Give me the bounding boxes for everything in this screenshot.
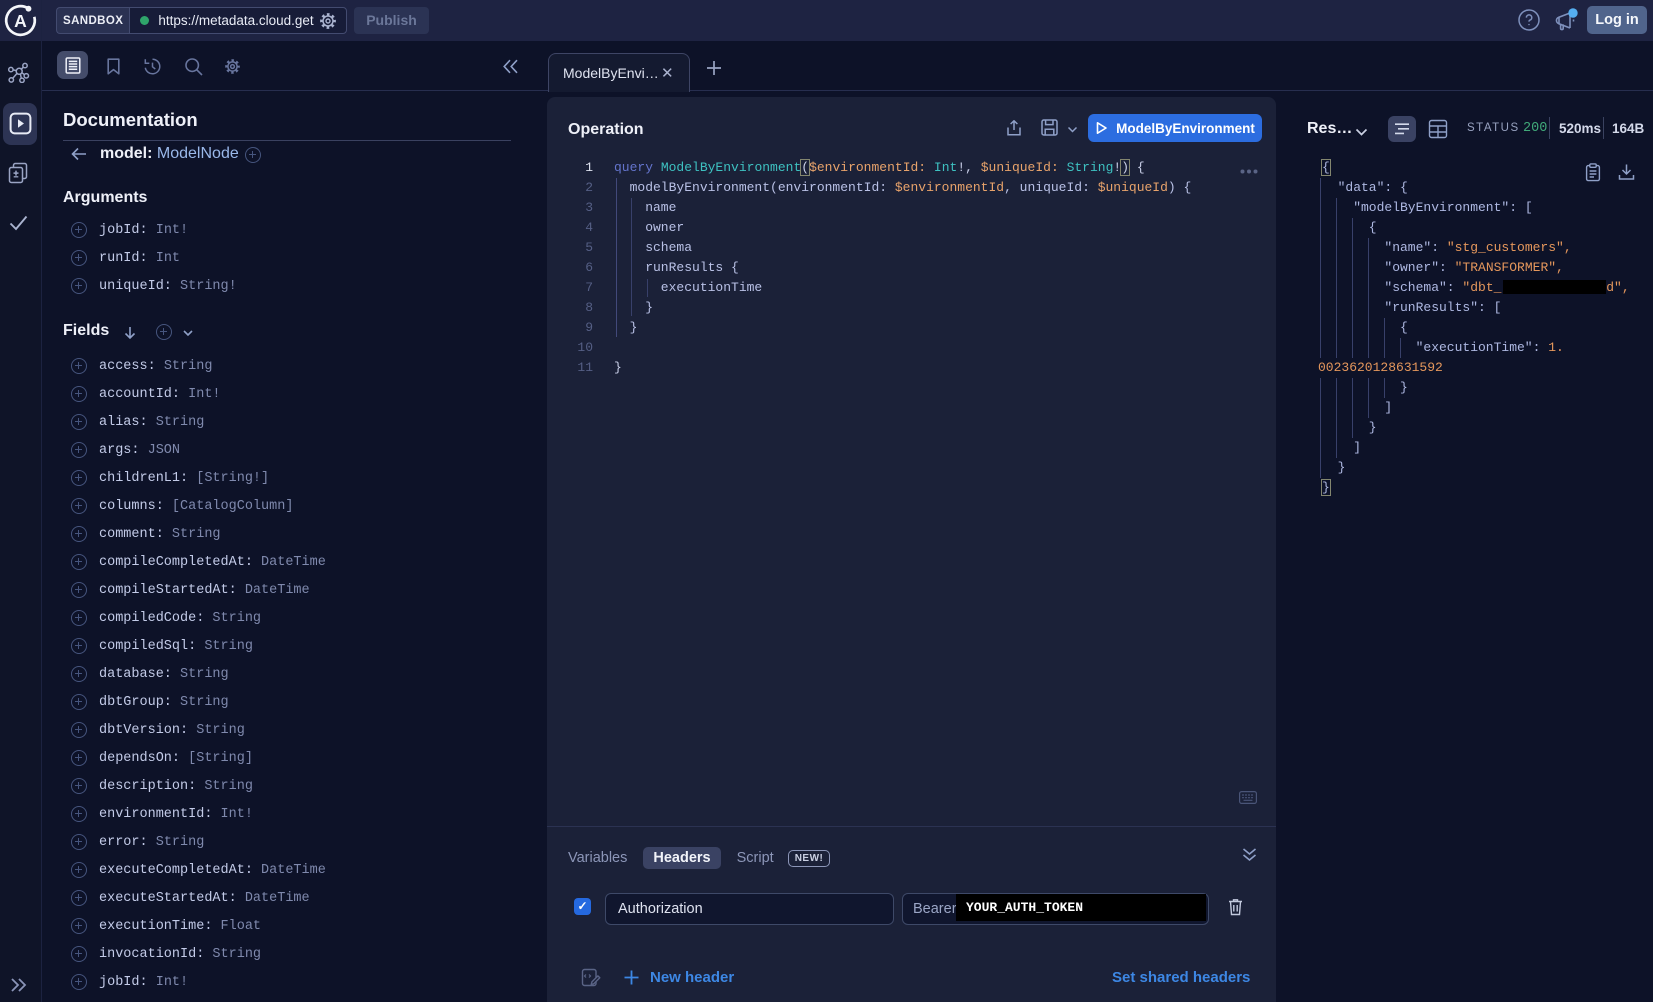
svg-text:A: A xyxy=(14,11,27,31)
